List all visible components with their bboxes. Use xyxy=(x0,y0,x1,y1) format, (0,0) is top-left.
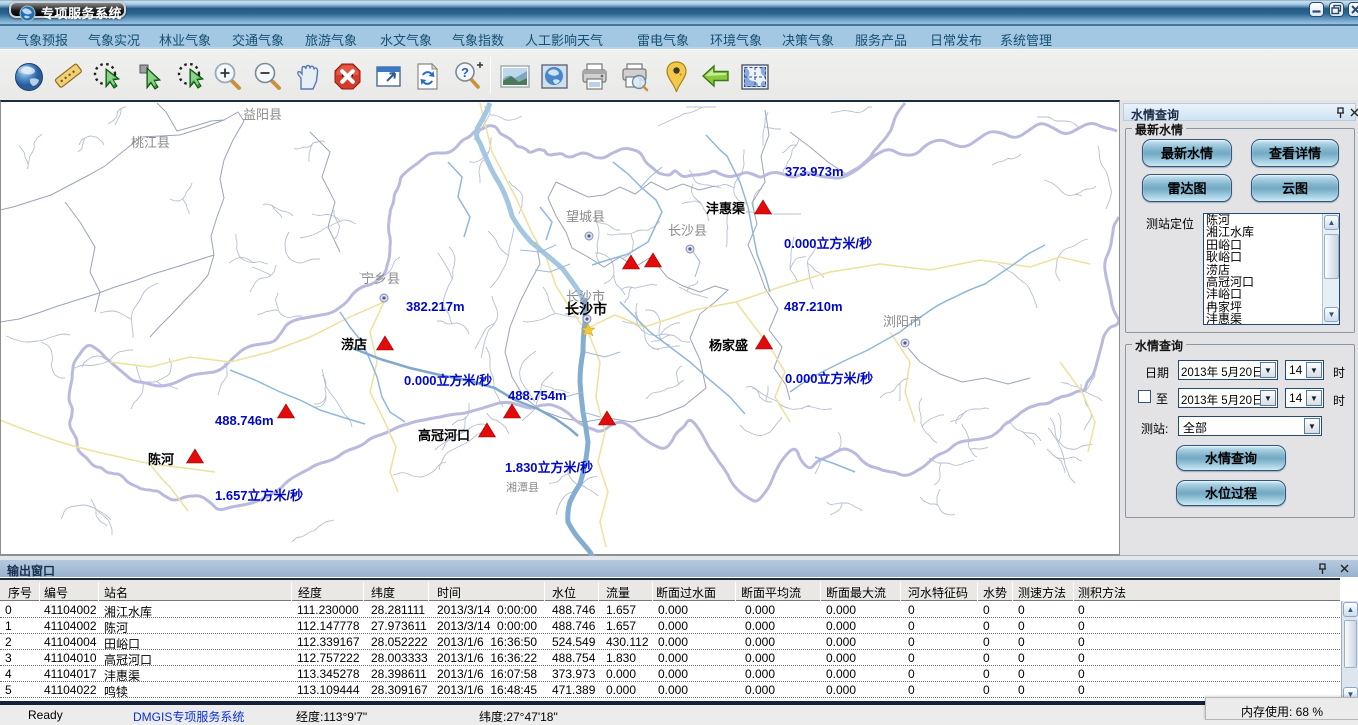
svg-text:382.217m: 382.217m xyxy=(406,299,465,314)
svg-text:长沙县: 长沙县 xyxy=(668,223,707,238)
svg-text:宁乡县: 宁乡县 xyxy=(361,271,400,286)
svg-text:高冠河口: 高冠河口 xyxy=(418,428,470,443)
svg-text:373.973m: 373.973m xyxy=(785,164,844,179)
svg-text:湘潭县: 湘潭县 xyxy=(506,480,539,494)
svg-text:益阳县: 益阳县 xyxy=(243,107,282,122)
svg-text:0.000立方米/秒: 0.000立方米/秒 xyxy=(784,236,872,251)
svg-text:望城县: 望城县 xyxy=(566,209,605,224)
svg-text:488.754m: 488.754m xyxy=(508,388,567,403)
svg-text:?: ? xyxy=(461,65,469,80)
svg-text:沣惠渠: 沣惠渠 xyxy=(706,201,746,216)
svg-text:陈河: 陈河 xyxy=(148,452,174,467)
svg-text:0.000立方米/秒: 0.000立方米/秒 xyxy=(404,373,492,388)
svg-text:0.000立方米/秒: 0.000立方米/秒 xyxy=(785,371,873,386)
svg-text:浏阳市: 浏阳市 xyxy=(883,314,922,329)
svg-text:桃江县: 桃江县 xyxy=(131,135,170,150)
svg-text:1.830立方米/秒: 1.830立方米/秒 xyxy=(505,460,593,475)
svg-text:杨家盛: 杨家盛 xyxy=(709,338,748,353)
svg-text:涝店: 涝店 xyxy=(341,337,367,352)
svg-text:488.746m: 488.746m xyxy=(215,413,274,428)
svg-text:1.657立方米/秒: 1.657立方米/秒 xyxy=(215,488,303,503)
svg-text:487.210m: 487.210m xyxy=(784,299,843,314)
svg-text:长沙市: 长沙市 xyxy=(565,301,607,317)
